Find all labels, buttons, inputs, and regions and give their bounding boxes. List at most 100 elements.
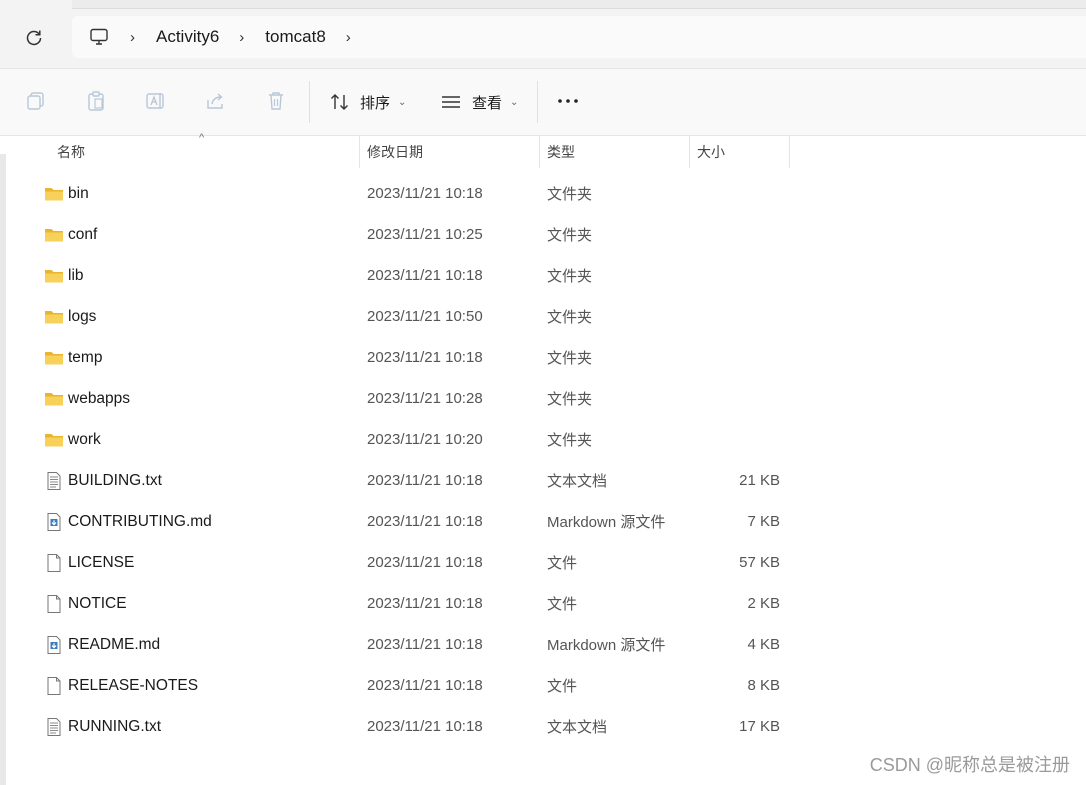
file-type: 文件夹	[547, 309, 593, 326]
file-row[interactable]: bin 2023/11/21 10:18 文件夹	[0, 173, 1086, 214]
file-name: BUILDING.txt	[68, 471, 162, 489]
file-row[interactable]: webapps 2023/11/21 10:28 文件夹	[0, 378, 1086, 419]
file-type: 文件夹	[547, 350, 593, 367]
folder-icon	[44, 348, 64, 368]
this-pc-icon[interactable]	[88, 26, 110, 48]
paste-icon[interactable]	[84, 89, 108, 113]
chevron-right-icon[interactable]: ›	[346, 29, 356, 46]
file-type: Markdown 源文件	[547, 637, 666, 654]
column-header-modified[interactable]: 修改日期	[367, 136, 423, 168]
column-divider[interactable]	[359, 136, 360, 168]
file-size	[690, 337, 780, 378]
file-row[interactable]: logs 2023/11/21 10:50 文件夹	[0, 296, 1086, 337]
file-list: ^ 名称 修改日期 类型 大小 bin 2023/11/21 10:18 文件夹 co…	[0, 132, 1086, 785]
file-name-cell[interactable]: lib	[44, 255, 84, 296]
folder-icon	[44, 307, 64, 327]
folder-icon	[44, 389, 64, 409]
file-type: 文本文档	[547, 473, 608, 490]
file-name: RELEASE-NOTES	[68, 676, 199, 694]
file-type: 文件	[547, 555, 578, 572]
column-divider[interactable]	[789, 136, 790, 168]
rename-icon[interactable]	[144, 89, 168, 113]
file-modified-date: 2023/11/21 10:20	[367, 431, 483, 448]
file-type: Markdown 源文件	[547, 514, 666, 531]
file-size	[690, 214, 780, 255]
file-size	[690, 378, 780, 419]
delete-icon[interactable]	[264, 89, 288, 113]
file-size: 57 KB	[739, 554, 780, 571]
copy-icon[interactable]	[24, 89, 48, 113]
file-size	[690, 296, 780, 337]
folder-icon	[44, 225, 64, 245]
file-row[interactable]: NOTICE 2023/11/21 10:18 文件 2 KB	[0, 583, 1086, 624]
file-icon	[44, 594, 64, 614]
file-row[interactable]: BUILDING.txt 2023/11/21 10:18 文本文档 21 KB	[0, 460, 1086, 501]
sort-ascending-icon: ^	[199, 132, 205, 144]
file-name-cell[interactable]: CONTRIBUTING.md	[44, 501, 212, 542]
file-row[interactable]: LICENSE 2023/11/21 10:18 文件 57 KB	[0, 542, 1086, 583]
file-name-cell[interactable]: RUNNING.txt	[44, 706, 161, 747]
file-modified-date: 2023/11/21 10:18	[367, 349, 483, 366]
file-name-cell[interactable]: work	[44, 419, 101, 460]
command-bar: 排序 ⌄ 查看 ⌄	[0, 69, 1086, 136]
file-name: lib	[68, 266, 84, 284]
more-options-icon[interactable]	[556, 89, 580, 113]
file-name: LICENSE	[68, 553, 135, 571]
markdown-file-icon	[44, 635, 64, 655]
file-name-cell[interactable]: RELEASE-NOTES	[44, 665, 198, 706]
sort-button[interactable]: 排序 ⌄	[330, 87, 406, 117]
file-row[interactable]: work 2023/11/21 10:20 文件夹	[0, 419, 1086, 460]
file-size: 2 KB	[747, 595, 780, 612]
view-label: 查看	[472, 94, 503, 112]
file-name: CONTRIBUTING.md	[68, 512, 212, 530]
markdown-file-icon	[44, 512, 64, 532]
file-row[interactable]: temp 2023/11/21 10:18 文件夹	[0, 337, 1086, 378]
file-name: NOTICE	[68, 594, 127, 612]
file-type: 文件夹	[547, 268, 593, 285]
view-button[interactable]: 查看 ⌄	[440, 87, 518, 117]
file-type: 文件夹	[547, 227, 593, 244]
file-modified-date: 2023/11/21 10:18	[367, 554, 483, 571]
file-size: 8 KB	[747, 677, 780, 694]
file-name-cell[interactable]: temp	[44, 337, 102, 378]
file-name-cell[interactable]: NOTICE	[44, 583, 127, 624]
file-modified-date: 2023/11/21 10:18	[367, 513, 483, 530]
file-name-cell[interactable]: README.md	[44, 624, 160, 665]
share-icon[interactable]	[204, 89, 228, 113]
column-divider[interactable]	[539, 136, 540, 168]
file-type: 文件夹	[547, 186, 593, 203]
breadcrumb-tomcat8[interactable]: tomcat8	[265, 27, 325, 47]
file-name-cell[interactable]: webapps	[44, 378, 130, 419]
file-name: conf	[68, 225, 98, 243]
file-type: 文本文档	[547, 719, 608, 736]
column-divider[interactable]	[689, 136, 690, 168]
navigation-bar: › Activity6 › tomcat8 ›	[0, 0, 1086, 69]
file-row[interactable]: README.md 2023/11/21 10:18 Markdown 源文件 4 K…	[0, 624, 1086, 665]
file-row[interactable]: conf 2023/11/21 10:25 文件夹	[0, 214, 1086, 255]
file-icon	[44, 676, 64, 696]
file-name-cell[interactable]: bin	[44, 173, 89, 214]
file-name-cell[interactable]: LICENSE	[44, 542, 134, 583]
column-header-size[interactable]: 大小	[697, 136, 725, 168]
breadcrumb-activity6[interactable]: Activity6	[156, 27, 219, 47]
file-modified-date: 2023/11/21 10:18	[367, 677, 483, 694]
chevron-right-icon[interactable]: ›	[130, 29, 140, 46]
text-file-icon	[44, 471, 64, 491]
folder-icon	[44, 266, 64, 286]
file-modified-date: 2023/11/21 10:28	[367, 390, 483, 407]
refresh-button[interactable]	[18, 22, 50, 54]
file-size	[690, 255, 780, 296]
file-row[interactable]: RELEASE-NOTES 2023/11/21 10:18 文件 8 KB	[0, 665, 1086, 706]
address-bar[interactable]: › Activity6 › tomcat8 ›	[72, 16, 1086, 58]
column-header-name[interactable]: 名称	[57, 136, 85, 168]
watermark: CSDN @昵称总是被注册	[869, 755, 1070, 775]
file-row[interactable]: lib 2023/11/21 10:18 文件夹	[0, 255, 1086, 296]
chevron-right-icon[interactable]: ›	[239, 29, 249, 46]
file-row[interactable]: CONTRIBUTING.md 2023/11/21 10:18 Markdown …	[0, 501, 1086, 542]
file-name-cell[interactable]: BUILDING.txt	[44, 460, 162, 501]
column-header-type[interactable]: 类型	[547, 136, 575, 168]
file-name-cell[interactable]: logs	[44, 296, 96, 337]
file-size	[690, 173, 780, 214]
file-row[interactable]: RUNNING.txt 2023/11/21 10:18 文本文档 17 KB	[0, 706, 1086, 747]
file-name-cell[interactable]: conf	[44, 214, 97, 255]
